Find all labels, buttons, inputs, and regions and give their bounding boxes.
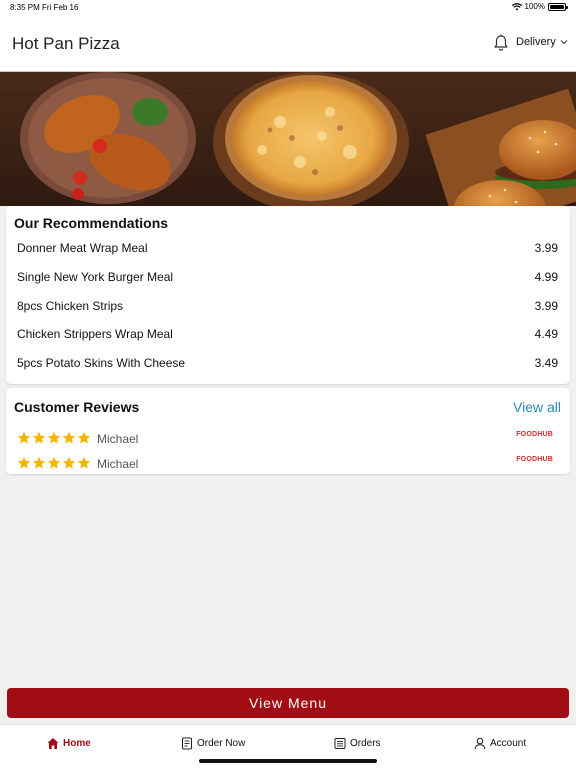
recommendation-price: 3.99 (534, 299, 558, 313)
foodhub-logo: FOODHUB (516, 431, 553, 438)
status-time: 8:35 PM (10, 3, 40, 12)
recommendation-item[interactable]: Single New York Burger Meal 4.99 (6, 264, 570, 290)
star-icon (77, 431, 91, 444)
star-rating (17, 456, 91, 470)
order-icon (182, 737, 192, 750)
recommendations-title: Our Recommendations (14, 215, 169, 231)
tab-label: Home (63, 738, 91, 749)
reviewer-name: Michael (97, 457, 139, 471)
recommendation-name: Chicken Strippers Wrap Meal (17, 327, 173, 341)
home-icon (47, 738, 59, 749)
star-icon (62, 456, 76, 469)
star-icon (62, 431, 76, 444)
recommendation-price: 3.49 (534, 356, 558, 370)
recommendation-price: 4.49 (534, 327, 558, 341)
tab-home[interactable]: Home (47, 737, 91, 750)
status-bar: 8:35 PM Fri Feb 16 100% (0, 0, 576, 14)
tab-account[interactable]: Account (474, 737, 526, 750)
reviewer-name: Michael (97, 432, 139, 446)
star-icon (17, 456, 31, 469)
notification-bell-icon[interactable] (493, 34, 509, 52)
home-indicator (199, 759, 377, 763)
food-banner-image (0, 72, 576, 206)
status-date: Fri Feb 16 (42, 3, 79, 12)
battery-icon (548, 2, 568, 11)
recommendation-item[interactable]: Chicken Strippers Wrap Meal 4.49 (6, 321, 570, 347)
recommendation-name: Donner Meat Wrap Meal (17, 241, 148, 255)
recommendation-name: 8pcs Chicken Strips (17, 299, 124, 313)
app-header: Hot Pan Pizza Delivery (0, 14, 576, 72)
tab-label: Order Now (197, 738, 246, 749)
chevron-down-icon (560, 40, 568, 45)
star-icon (32, 431, 46, 444)
delivery-mode-label: Delivery (516, 36, 556, 48)
recommendation-item[interactable]: Donner Meat Wrap Meal 3.99 (6, 235, 570, 261)
recommendation-name: Single New York Burger Meal (17, 270, 174, 284)
tab-orders[interactable]: Orders (334, 737, 381, 750)
wifi-icon (511, 2, 522, 10)
star-icon (77, 456, 91, 469)
reviews-title: Customer Reviews (14, 399, 140, 415)
customer-reviews-card: Customer Reviews View all Michael FOODHU… (6, 388, 570, 474)
view-menu-button[interactable]: View Menu (7, 688, 569, 718)
review-row: Michael FOODHUB (6, 454, 570, 474)
hero-banner (0, 72, 576, 206)
delivery-mode-dropdown[interactable]: Delivery (516, 36, 568, 48)
recommendation-price: 3.99 (534, 241, 558, 255)
recommendations-card: Our Recommendations Donner Meat Wrap Mea… (6, 206, 570, 384)
orders-icon (334, 738, 346, 749)
tab-order-now[interactable]: Order Now (181, 737, 245, 750)
status-right: 100% (511, 2, 568, 11)
view-all-reviews-link[interactable]: View all (513, 399, 561, 415)
tab-label: Account (490, 738, 527, 749)
review-row: Michael FOODHUB (6, 429, 570, 449)
recommendation-price: 4.99 (534, 270, 558, 284)
recommendation-item[interactable]: 8pcs Chicken Strips 3.99 (6, 293, 570, 319)
star-icon (47, 456, 61, 469)
star-icon (47, 431, 61, 444)
tab-label: Orders (350, 738, 381, 749)
foodhub-logo: FOODHUB (516, 456, 553, 463)
battery-fill (550, 4, 564, 9)
recommendation-name: 5pcs Potato Skins With Cheese (17, 356, 186, 370)
battery-percent: 100% (524, 2, 545, 11)
account-icon (474, 737, 486, 750)
recommendation-item[interactable]: 5pcs Potato Skins With Cheese 3.49 (6, 350, 570, 376)
star-icon (17, 431, 31, 444)
star-rating (17, 431, 91, 445)
star-icon (32, 456, 46, 469)
restaurant-name: Hot Pan Pizza (12, 34, 120, 53)
